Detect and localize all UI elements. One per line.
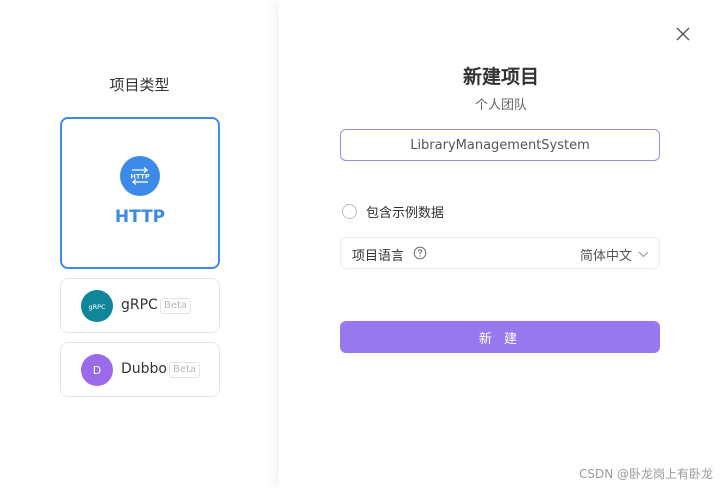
project-type-http-label: HTTP (114, 207, 166, 227)
project-type-http[interactable]: HTTP HTTP (60, 117, 220, 269)
close-button[interactable] (671, 22, 695, 46)
project-type-dubbo-label: Dubbo (121, 361, 167, 377)
grpc-icon-text: gRPC (88, 303, 106, 311)
http-icon-text: HTTP (130, 173, 149, 181)
project-type-grpc-label: gRPC (121, 297, 158, 313)
grpc-icon: gRPC (81, 290, 113, 322)
close-icon (676, 27, 690, 41)
project-language-value: 简体中文 (579, 249, 632, 264)
dubbo-icon: D (81, 354, 113, 386)
project-type-title: 项目类型 (109, 76, 170, 94)
project-type-grpc[interactable]: gRPC gRPC Beta (60, 278, 220, 333)
include-sample-option[interactable]: 包含示例数据 (342, 202, 444, 221)
project-language-select[interactable]: 简体中文 (580, 245, 649, 264)
modal-title: 新建项目 (462, 66, 539, 88)
beta-badge: Beta (160, 298, 192, 314)
project-language-label: 项目语言 (352, 249, 405, 264)
project-type-dubbo[interactable]: D Dubbo Beta (60, 342, 220, 397)
include-sample-label: 包含示例数据 (366, 206, 445, 221)
watermark: CSDN @卧龙岗上有卧龙 (578, 467, 713, 481)
chevron-down-icon (638, 251, 649, 258)
new-project-form: 新建项目 个人团队 包含示例数据 项目语言 简体中文 新 建 (279, 0, 723, 488)
http-icon: HTTP (120, 156, 160, 196)
beta-badge: Beta (169, 362, 201, 378)
project-language-row: 项目语言 简体中文 (340, 237, 660, 269)
team-name: 个人团队 (474, 98, 527, 113)
create-button[interactable]: 新 建 (340, 321, 660, 353)
include-sample-checkbox[interactable] (342, 204, 357, 219)
project-type-panel: 项目类型 HTTP HTTP gRPC gRPC Beta D Dubbo Be… (0, 0, 279, 488)
help-icon[interactable] (413, 246, 427, 260)
dubbo-icon-text: D (93, 364, 101, 377)
project-name-input[interactable] (340, 129, 660, 161)
